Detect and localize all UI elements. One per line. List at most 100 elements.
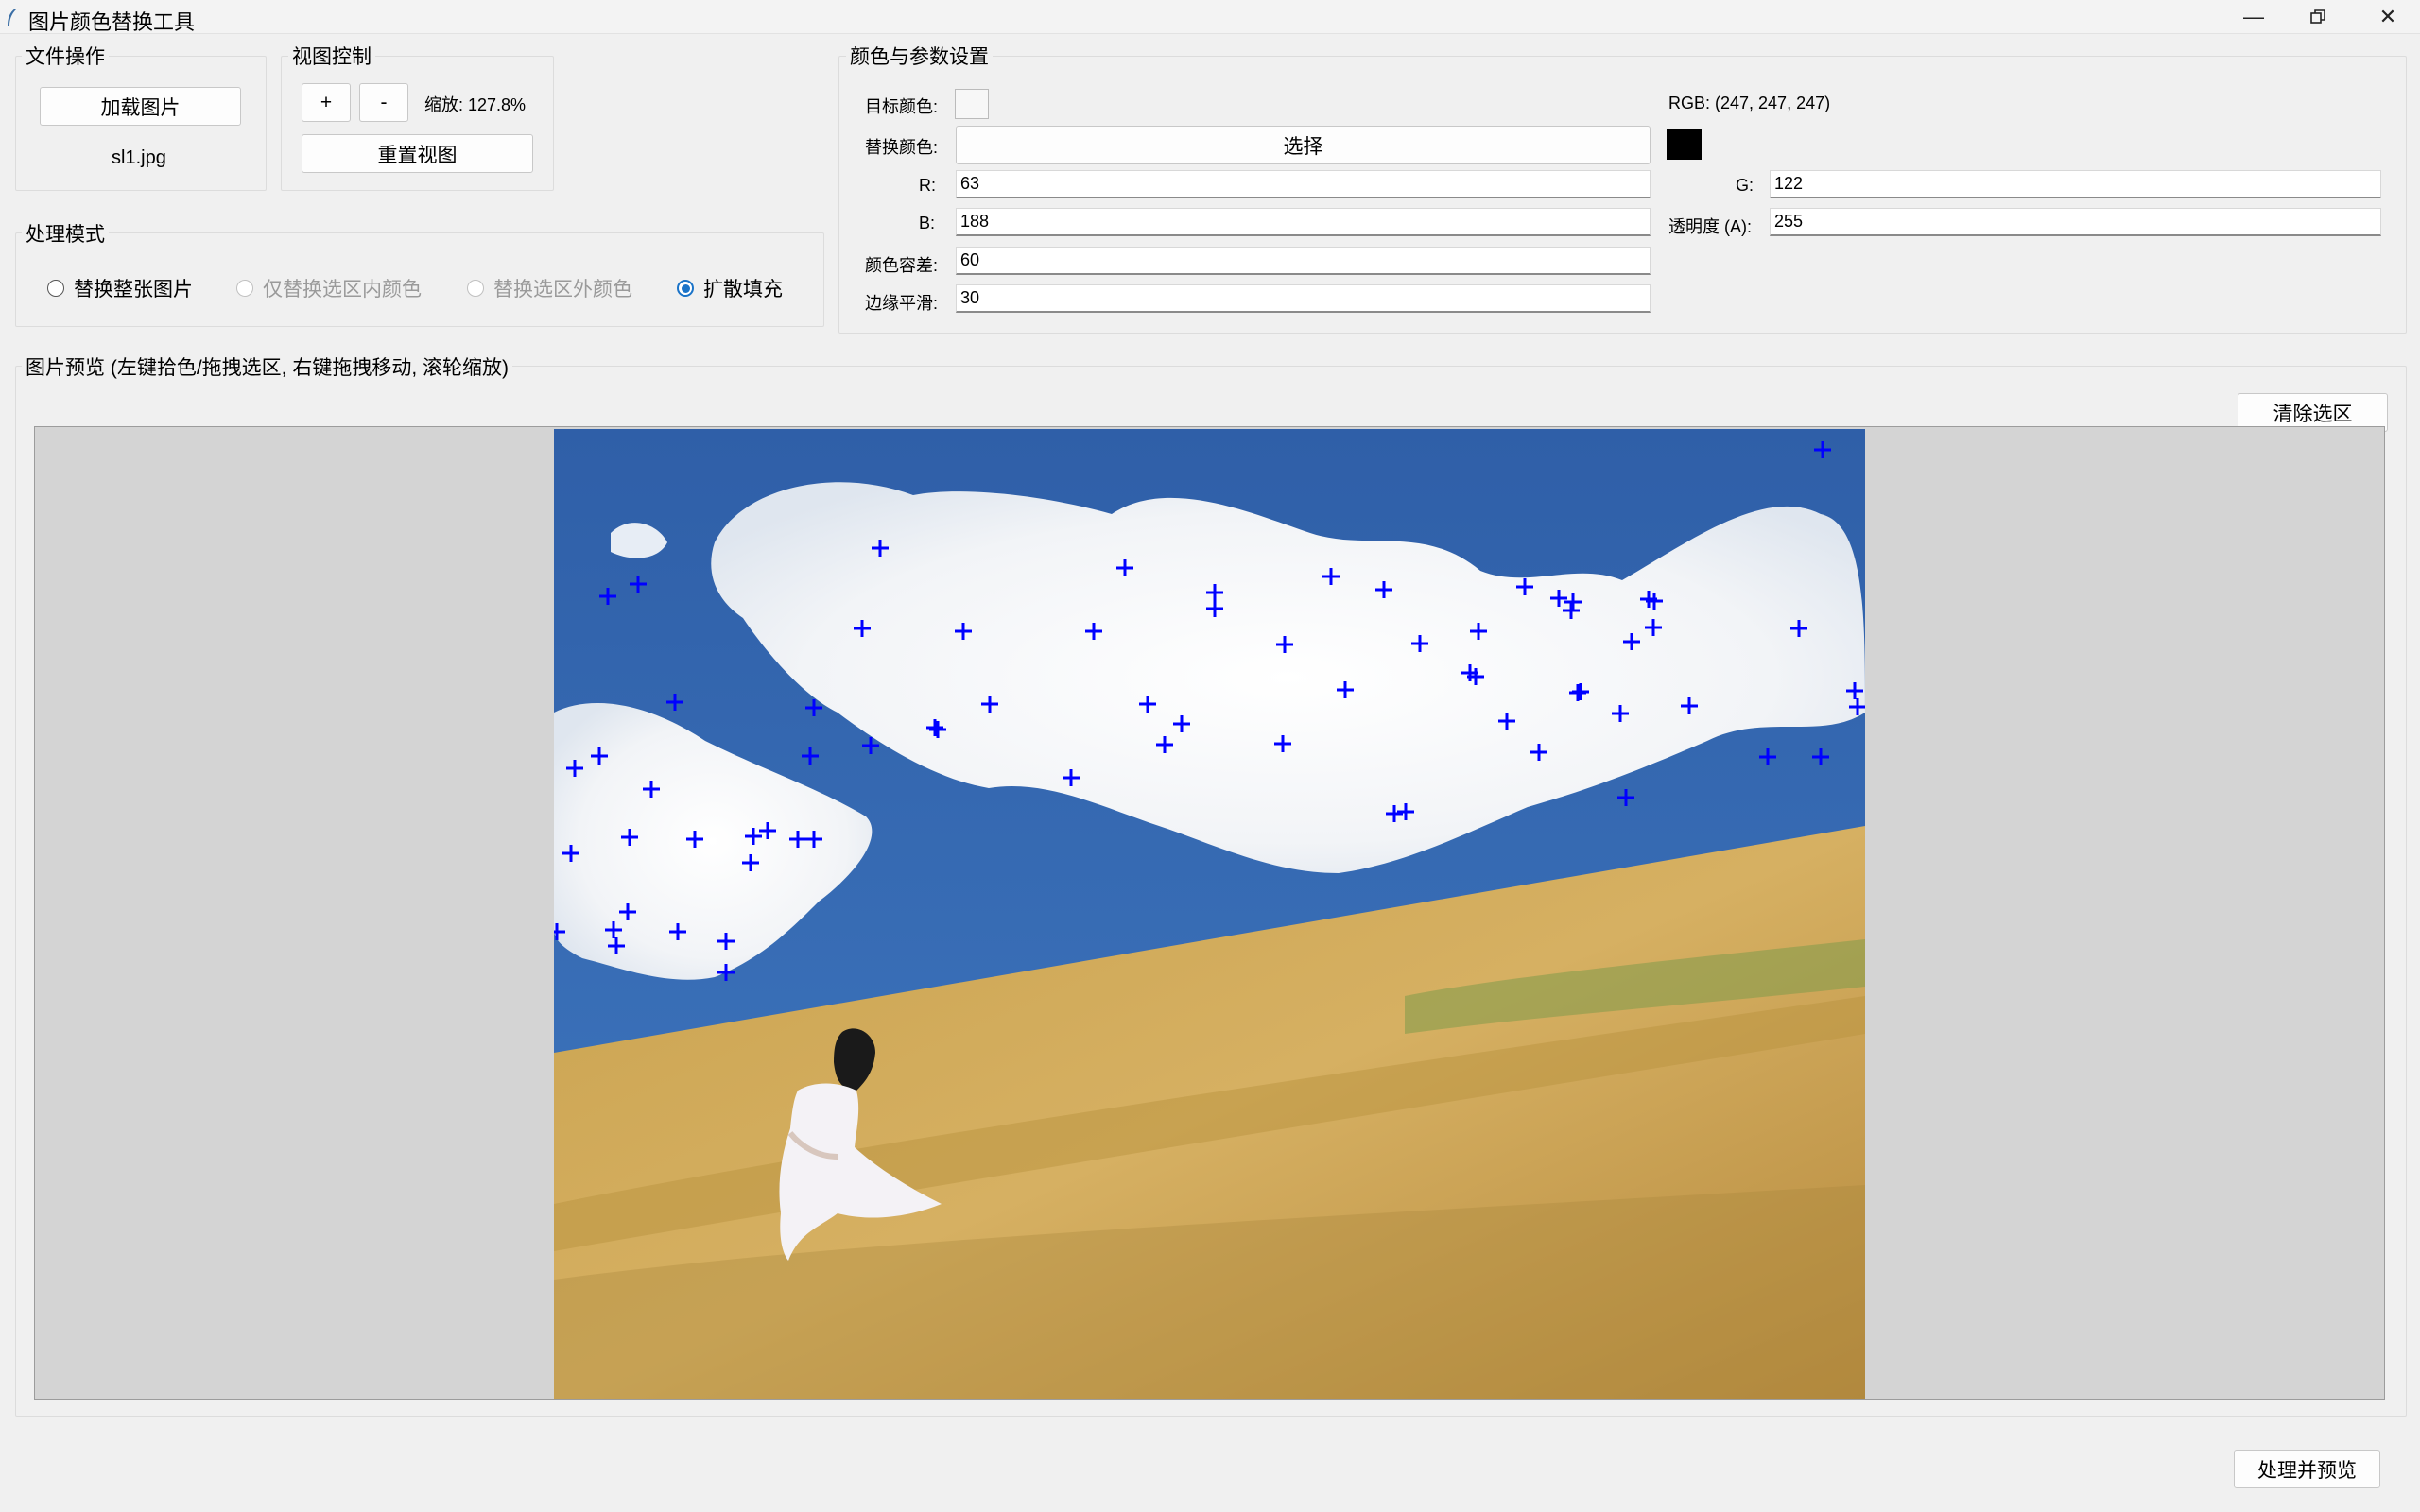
seed-marker-icon bbox=[1563, 602, 1580, 619]
seed-marker-icon bbox=[1814, 441, 1831, 458]
radio-selected-icon bbox=[677, 280, 694, 297]
seed-marker-icon bbox=[1645, 619, 1662, 636]
smooth-input[interactable]: 30 bbox=[956, 284, 1651, 313]
seed-marker-icon bbox=[643, 781, 660, 798]
seed-marker-icon bbox=[926, 719, 943, 736]
minimize-icon: — bbox=[2243, 5, 2264, 28]
radio-circle-icon bbox=[467, 280, 484, 297]
seed-marker-icon bbox=[1681, 697, 1698, 714]
preview-title: 图片预览 (左键拾色/拖拽选区, 右键拖拽移动, 滚轮缩放) bbox=[22, 352, 512, 381]
mode-radio-whole[interactable]: 替换整张图片 bbox=[47, 274, 193, 302]
tolerance-input[interactable]: 60 bbox=[956, 247, 1651, 275]
seed-marker-icon bbox=[1085, 623, 1102, 640]
g-input[interactable]: 122 bbox=[1770, 170, 2381, 198]
seed-marker-icon bbox=[1550, 590, 1567, 607]
feather-icon bbox=[8, 9, 16, 26]
seed-marker-icon bbox=[1498, 713, 1515, 730]
seed-marker-icon bbox=[1612, 705, 1629, 722]
seed-marker-icon bbox=[621, 829, 638, 846]
seed-marker-icon bbox=[742, 854, 759, 871]
seed-marker-icon bbox=[1572, 683, 1589, 700]
seed-marker-icon bbox=[805, 831, 822, 848]
seed-marker-icon bbox=[1846, 682, 1863, 699]
seed-marker-icon bbox=[929, 721, 946, 738]
seed-marker-icon bbox=[1790, 620, 1807, 637]
seed-marker-icon bbox=[981, 696, 998, 713]
seed-marker-icon bbox=[1276, 636, 1293, 653]
g-label: G: bbox=[1736, 176, 1754, 195]
r-label: R: bbox=[919, 176, 936, 195]
mode-radio-outside[interactable]: 替换选区外颜色 bbox=[467, 274, 632, 302]
zoom-out-button[interactable]: - bbox=[359, 83, 408, 122]
seed-marker-icon bbox=[1397, 803, 1414, 820]
target-color-label: 目标颜色: bbox=[865, 97, 939, 116]
seed-marker-icon bbox=[591, 747, 608, 765]
alpha-input[interactable]: 255 bbox=[1770, 208, 2381, 236]
seed-marker-icon bbox=[554, 923, 565, 940]
seed-marker-icon bbox=[1470, 623, 1487, 640]
smooth-label: 边缘平滑: bbox=[865, 294, 939, 313]
seed-marker-icon bbox=[717, 933, 735, 950]
seed-marker-icon bbox=[1516, 578, 1533, 595]
minimize-button[interactable]: — bbox=[2221, 0, 2286, 34]
seed-marker-icon bbox=[717, 964, 735, 981]
seed-marker-icon bbox=[686, 831, 703, 848]
restore-icon bbox=[2310, 9, 2325, 24]
b-label: B: bbox=[919, 214, 936, 232]
mode-radio-inside[interactable]: 仅替换选区内颜色 bbox=[236, 274, 422, 302]
seed-marker-icon bbox=[599, 588, 616, 605]
seed-marker-icon bbox=[1759, 748, 1776, 765]
process-preview-button[interactable]: 处理并预览 bbox=[2234, 1450, 2380, 1488]
radio-circle-icon bbox=[47, 280, 64, 297]
seed-marker-icon bbox=[1139, 696, 1156, 713]
window-title: 图片颜色替换工具 bbox=[28, 10, 196, 34]
file-ops-title: 文件操作 bbox=[22, 42, 109, 70]
seed-marker-icon bbox=[1337, 681, 1354, 698]
seed-marker-icon bbox=[854, 620, 871, 637]
radio-circle-icon bbox=[236, 280, 253, 297]
replace-color-swatch bbox=[1667, 129, 1702, 160]
restore-button[interactable] bbox=[2286, 0, 2350, 34]
seed-marker-icon bbox=[862, 737, 879, 754]
seed-marker-icon bbox=[619, 903, 636, 920]
seed-marker-icon bbox=[1206, 600, 1223, 617]
filename-label: sl1.jpg bbox=[112, 147, 166, 168]
mode-radio-flood[interactable]: 扩散填充 bbox=[677, 274, 783, 302]
r-input[interactable]: 63 bbox=[956, 170, 1651, 198]
seed-marker-icon bbox=[1063, 769, 1080, 786]
title-bar: 图片颜色替换工具 — ✕ bbox=[0, 0, 2420, 34]
reset-view-button[interactable]: 重置视图 bbox=[302, 134, 533, 173]
view-ctrl-title: 视图控制 bbox=[288, 42, 375, 70]
seed-marker-icon bbox=[1206, 584, 1223, 601]
seed-marker-icon bbox=[1386, 805, 1403, 822]
close-icon: ✕ bbox=[2378, 5, 2397, 28]
preview-canvas[interactable] bbox=[34, 426, 2385, 1400]
seed-marker-icon bbox=[1530, 744, 1547, 761]
load-image-button[interactable]: 加载图片 bbox=[40, 87, 241, 126]
alpha-label: 透明度 (A): bbox=[1668, 217, 1752, 236]
mode-title: 处理模式 bbox=[22, 219, 109, 248]
seed-marker-icon bbox=[1617, 789, 1634, 806]
choose-color-button[interactable]: 选择 bbox=[956, 126, 1651, 164]
b-input[interactable]: 188 bbox=[956, 208, 1651, 236]
target-rgb-label: RGB: (247, 247, 247) bbox=[1668, 94, 1831, 112]
zoom-in-button[interactable]: + bbox=[302, 83, 351, 122]
seed-marker-icon bbox=[1156, 736, 1173, 753]
seed-marker-icon bbox=[1116, 559, 1133, 576]
preview-image[interactable] bbox=[554, 429, 1865, 1399]
seed-marker-icon bbox=[1623, 633, 1640, 650]
close-button[interactable]: ✕ bbox=[2356, 0, 2420, 34]
seed-marker-icon bbox=[1322, 568, 1340, 585]
seed-marker-icon bbox=[1274, 735, 1291, 752]
seed-marker-icon bbox=[666, 694, 683, 711]
seed-marker-icon bbox=[1564, 593, 1582, 610]
seed-marker-icon bbox=[630, 576, 647, 593]
seed-marker-icon bbox=[955, 623, 972, 640]
seed-marker-icon bbox=[1812, 748, 1829, 765]
seed-marker-icon bbox=[605, 921, 622, 938]
seed-point-markers bbox=[554, 441, 1865, 981]
seed-marker-icon bbox=[805, 699, 822, 716]
seed-marker-icon bbox=[789, 831, 806, 848]
seed-marker-icon bbox=[566, 760, 583, 777]
seed-marker-icon bbox=[1173, 715, 1190, 732]
